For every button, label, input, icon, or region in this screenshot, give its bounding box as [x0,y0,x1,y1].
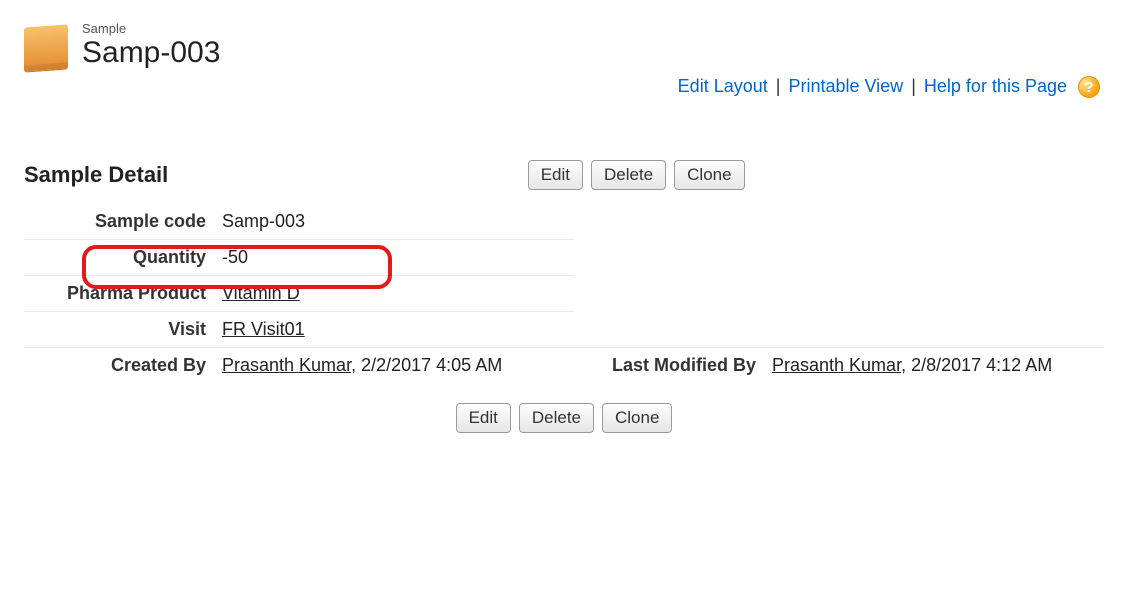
field-value-last-modified-by: Prasanth Kumar, 2/8/2017 4:12 AM [764,348,1104,384]
edit-layout-link[interactable]: Edit Layout [678,76,768,96]
created-by-datetime: 2/2/2017 4:05 AM [361,355,502,375]
clone-button[interactable]: Clone [602,403,672,433]
printable-view-link[interactable]: Printable View [788,76,903,96]
visit-link[interactable]: FR Visit01 [222,319,305,339]
help-for-page-link[interactable]: Help for this Page [924,76,1067,96]
edit-button[interactable]: Edit [456,403,511,433]
delete-button[interactable]: Delete [519,403,594,433]
section-title: Sample Detail [24,162,168,188]
link-separator: | [911,76,916,96]
field-value-pharma-product[interactable]: Vitamin D [214,276,574,312]
table-row: Created By Prasanth Kumar, 2/2/2017 4:05… [24,348,1104,384]
last-modified-by-user-link[interactable]: Prasanth Kumar [772,355,901,375]
record-title: Samp-003 [82,36,220,70]
field-value-quantity: -50 [214,240,574,276]
record-type-label: Sample [82,20,220,36]
table-row: Quantity -50 [24,240,1104,276]
clone-button[interactable]: Clone [674,160,744,190]
link-separator: | [776,76,781,96]
button-row-top: Edit Delete Clone [168,160,1104,190]
button-row-bottom: Edit Delete Clone [24,403,1104,433]
page-header: Sample Samp-003 [24,20,1104,70]
last-modified-by-sep: , [901,355,911,375]
created-by-sep: , [351,355,361,375]
detail-table: Sample code Samp-003 Quantity -50 Pharma… [24,204,1104,383]
delete-button[interactable]: Delete [591,160,666,190]
created-by-user-link[interactable]: Prasanth Kumar [222,355,351,375]
page-action-links: Edit Layout | Printable View | Help for … [24,76,1104,98]
help-icon[interactable]: ? [1078,76,1100,98]
record-type-icon [24,24,68,71]
field-label-pharma-product: Pharma Product [24,276,214,312]
field-value-sample-code: Samp-003 [214,204,574,240]
field-label-visit: Visit [24,312,214,348]
table-row: Pharma Product Vitamin D [24,276,1104,312]
table-row: Visit FR Visit01 [24,312,1104,348]
table-row: Sample code Samp-003 [24,204,1104,240]
field-label-sample-code: Sample code [24,204,214,240]
field-value-created-by: Prasanth Kumar, 2/2/2017 4:05 AM [214,348,574,384]
field-label-last-modified-by: Last Modified By [574,348,764,384]
edit-button[interactable]: Edit [528,160,583,190]
field-label-created-by: Created By [24,348,214,384]
last-modified-by-datetime: 2/8/2017 4:12 AM [911,355,1052,375]
field-label-quantity: Quantity [24,240,214,276]
pharma-product-link[interactable]: Vitamin D [222,283,300,303]
field-value-visit[interactable]: FR Visit01 [214,312,574,348]
